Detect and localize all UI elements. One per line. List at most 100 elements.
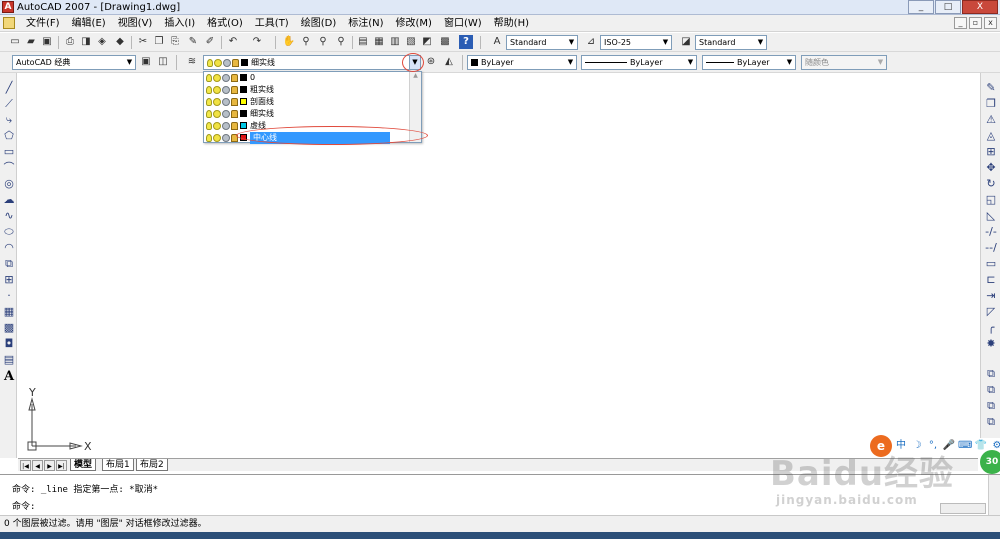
viewport-freeze-icon[interactable]	[222, 109, 230, 118]
scale-icon[interactable]: ◱	[984, 193, 998, 207]
lineweight-select[interactable]: ByLayer ▼	[702, 55, 796, 70]
autocad-app-icon[interactable]: A	[2, 1, 14, 13]
layer-thaw-icon[interactable]	[213, 133, 221, 142]
text-style-icon[interactable]: A	[490, 35, 504, 49]
command-scrollbar[interactable]	[988, 475, 1000, 515]
layer-lock-icon[interactable]	[231, 97, 238, 106]
command-prompt[interactable]: 命令:	[12, 501, 35, 513]
pan-icon[interactable]: ✋	[282, 35, 296, 49]
copy-object-icon[interactable]: ❐	[984, 97, 998, 111]
sheet-set-icon[interactable]: ▧	[404, 35, 418, 49]
color-select[interactable]: ByLayer ▼	[467, 55, 577, 70]
doc-close-button[interactable]: x	[984, 17, 997, 29]
rotate-icon[interactable]: ↻	[984, 177, 998, 191]
offset-icon[interactable]: ◬	[984, 129, 998, 143]
drawing-canvas[interactable]	[18, 73, 978, 456]
menu-dimension[interactable]: 标注(N)	[342, 15, 389, 32]
line-icon[interactable]: ╱	[2, 81, 16, 95]
viewport-freeze-icon[interactable]	[222, 97, 230, 106]
tab-layout1[interactable]: 布局1	[102, 459, 134, 471]
viewport-freeze-icon[interactable]	[222, 121, 230, 130]
layer-lock-icon[interactable]	[231, 73, 238, 82]
layer-row[interactable]: 粗实线	[206, 84, 410, 96]
viewport-freeze-icon[interactable]	[222, 85, 230, 94]
publish-icon[interactable]: ◈	[95, 35, 109, 49]
block-editor-icon[interactable]: ✐	[203, 35, 217, 49]
menu-window[interactable]: 窗口(W)	[438, 15, 488, 32]
erase-icon[interactable]: ✎	[984, 81, 998, 95]
layer-thaw-icon[interactable]	[213, 109, 221, 118]
table-icon[interactable]: ▤	[2, 353, 16, 367]
first-tab-icon[interactable]: |◀	[20, 460, 31, 471]
minimize-button[interactable]: _	[908, 0, 934, 14]
workspace-save-icon[interactable]: ◫	[156, 55, 170, 69]
layer-row[interactable]: 细实线	[206, 108, 410, 120]
construction-line-icon[interactable]: ⟋	[2, 97, 16, 111]
last-tab-icon[interactable]: ▶|	[56, 460, 67, 471]
menu-file[interactable]: 文件(F)	[20, 15, 66, 32]
menu-modify[interactable]: 修改(M)	[390, 15, 438, 32]
zoom-window-icon[interactable]: ⚲	[316, 35, 330, 49]
paste-icon[interactable]: ⎘	[168, 35, 182, 49]
ime-keyboard-icon[interactable]: ⌨	[958, 439, 972, 453]
redo-icon[interactable]: ↷	[250, 35, 264, 49]
arc-icon[interactable]: ⌒	[2, 161, 16, 175]
make-block-icon[interactable]: ⊞	[2, 273, 16, 287]
menu-tools[interactable]: 工具(T)	[249, 15, 295, 32]
join-icon[interactable]: ⇥	[984, 289, 998, 303]
help-icon[interactable]: ?	[459, 35, 473, 49]
workspace-select[interactable]: AutoCAD 经典 ▼	[12, 55, 136, 70]
match-properties-icon[interactable]: ✎	[186, 35, 200, 49]
3d-dwf-icon[interactable]: ◆	[113, 35, 127, 49]
spline-icon[interactable]: ∿	[2, 209, 16, 223]
gradient-icon[interactable]: ▩	[2, 321, 16, 335]
stretch-icon[interactable]: ◺	[984, 209, 998, 223]
zoom-realtime-icon[interactable]: ⚲	[299, 35, 313, 49]
extend-icon[interactable]: --/	[984, 241, 998, 255]
dim-style-select[interactable]: ISO-25 ▼	[600, 35, 672, 50]
copy-icon[interactable]: ❐	[152, 35, 166, 49]
workspace-settings-icon[interactable]: ▣	[139, 55, 153, 69]
polyline-icon[interactable]: ⤷	[2, 113, 16, 127]
tab-model[interactable]: 模型	[70, 459, 97, 471]
break-at-point-icon[interactable]: ▭	[984, 257, 998, 271]
prev-tab-icon[interactable]: ◀	[32, 460, 43, 471]
circle-icon[interactable]: ◎	[2, 177, 16, 191]
save-icon[interactable]: ▣	[40, 35, 54, 49]
markup-icon[interactable]: ◩	[420, 35, 434, 49]
menu-insert[interactable]: 插入(I)	[158, 15, 201, 32]
draworder-back-icon[interactable]: ⧉	[984, 383, 998, 397]
viewport-freeze-icon[interactable]	[222, 133, 230, 142]
open-icon[interactable]: ▰	[24, 35, 38, 49]
doc-minimize-button[interactable]: _	[954, 17, 967, 29]
next-tab-icon[interactable]: ▶	[44, 460, 55, 471]
ellipse-arc-icon[interactable]: ◠	[2, 241, 16, 255]
layer-thaw-icon[interactable]	[213, 85, 221, 94]
menu-help[interactable]: 帮助(H)	[488, 15, 535, 32]
ime-microphone-icon[interactable]: 🎤	[942, 439, 956, 453]
ime-chinese-mode[interactable]: 中	[894, 439, 908, 453]
layer-on-icon[interactable]	[206, 133, 212, 142]
maximize-button[interactable]: □	[935, 0, 961, 14]
text-style-select[interactable]: Standard ▼	[506, 35, 578, 50]
region-icon[interactable]: ◘	[2, 337, 16, 351]
draworder-above-icon[interactable]: ⧉	[984, 399, 998, 413]
doc-restore-button[interactable]: ▫	[969, 17, 982, 29]
plot-preview-icon[interactable]: ◨	[79, 35, 93, 49]
explode-icon[interactable]: ✸	[984, 337, 998, 351]
floating-badge[interactable]: 30	[980, 450, 1000, 474]
layer-on-icon[interactable]	[206, 73, 212, 82]
dim-style-icon[interactable]: ⊿	[584, 35, 598, 49]
draworder-front-icon[interactable]: ⧉	[984, 367, 998, 381]
table-style-icon[interactable]: ◪	[679, 35, 693, 49]
point-icon[interactable]: ·	[2, 289, 16, 303]
fillet-icon[interactable]: ╭	[984, 321, 998, 335]
ellipse-icon[interactable]: ⬭	[2, 225, 16, 239]
layer-on-icon[interactable]	[206, 97, 212, 106]
mirror-icon[interactable]: ⚠	[984, 113, 998, 127]
layer-manager-icon[interactable]: ≋	[185, 55, 199, 69]
menu-edit[interactable]: 编辑(E)	[66, 15, 112, 32]
viewport-freeze-icon[interactable]	[222, 73, 230, 82]
properties-icon[interactable]: ▤	[356, 35, 370, 49]
design-center-icon[interactable]: ▦	[372, 35, 386, 49]
